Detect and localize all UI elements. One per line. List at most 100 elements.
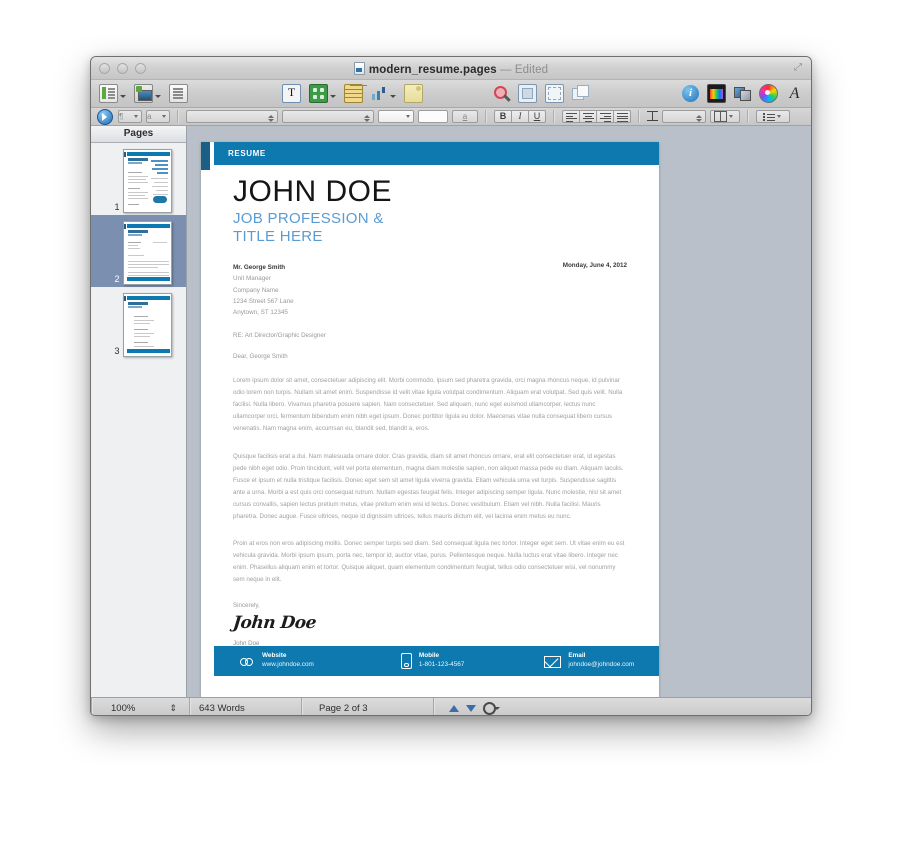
page-content: JOHN DOE JOB PROFESSION & TITLE HERE Mr.…: [231, 175, 627, 647]
fill-color-swatch[interactable]: [418, 110, 448, 123]
toolbar-comment-button[interactable]: [404, 84, 423, 103]
align-center-icon: [580, 111, 596, 124]
font-a-icon: A: [789, 85, 800, 102]
toolbar-instant-alpha-button[interactable]: [545, 84, 564, 103]
window-title: modern_resume.pages — Edited: [91, 60, 811, 76]
window-title-text: modern_resume.pages: [368, 64, 497, 76]
page-thumbnail-1[interactable]: 1: [91, 143, 186, 215]
footer-mobile: Mobile 1-801-123-4567: [398, 652, 464, 669]
chevron-down-icon: [155, 95, 161, 98]
toolbar-group-button[interactable]: [572, 85, 589, 102]
chevron-down-icon: [162, 115, 166, 118]
minimize-button[interactable]: [117, 62, 128, 74]
toolbar-media-browser-button[interactable]: [707, 84, 726, 103]
paragraph-style-select[interactable]: ¶: [118, 110, 142, 123]
toolbar-media-button[interactable]: [134, 84, 161, 103]
bullets-select[interactable]: [756, 110, 790, 123]
footer-email: Email johndoe@johndoe.com: [544, 652, 634, 669]
media-browser-icon: [707, 84, 726, 103]
signature-image: John Doe: [231, 612, 317, 633]
zoom-control[interactable]: 100% ⇕: [93, 698, 189, 715]
bullet-list-icon: [762, 112, 775, 121]
underline-style-button[interactable]: a: [452, 110, 478, 123]
format-bar: ¶ a a B I U: [91, 108, 811, 126]
page-navigation: [435, 698, 504, 715]
thumbnail-preview: [122, 221, 172, 285]
mobile-phone-icon: [400, 653, 412, 669]
toolbar-inspector-button[interactable]: [493, 85, 510, 102]
gear-icon[interactable]: [483, 701, 500, 715]
pages-sidebar: Pages 1 2 3: [91, 126, 187, 697]
underline-button[interactable]: U: [528, 110, 546, 123]
page-thumbnail-list: 1 2 3: [91, 143, 186, 697]
envelope-icon: [544, 656, 562, 668]
character-style-value: a: [147, 112, 152, 121]
toolbar-sections-button[interactable]: [169, 84, 188, 103]
stepper-icon: [268, 115, 274, 122]
footer-email-label: Email: [568, 652, 586, 660]
font-size-select[interactable]: [282, 110, 374, 123]
table-icon: [344, 84, 363, 103]
align-center-button[interactable]: [579, 110, 597, 123]
previous-page-icon[interactable]: [449, 704, 459, 712]
sidebar-header: Pages: [91, 126, 186, 143]
toolbar-fonts-button[interactable]: A: [786, 85, 803, 102]
toolbar-charts-button[interactable]: [371, 85, 396, 102]
toolbar-table-button[interactable]: [344, 84, 363, 103]
next-page-icon[interactable]: [466, 704, 476, 712]
toolbar-shapes-button[interactable]: [309, 84, 336, 103]
window-edited-status: — Edited: [500, 64, 549, 76]
toolbar-text-box-button[interactable]: T: [282, 84, 301, 103]
close-button[interactable]: [99, 62, 110, 74]
fullscreen-icon[interactable]: ⤢: [794, 62, 805, 73]
paragraph-style-value: ¶: [119, 112, 124, 121]
alignment-group: [562, 110, 631, 123]
align-justify-button[interactable]: [613, 110, 631, 123]
applicant-name: JOHN DOE: [233, 175, 393, 208]
toolbar-mask-button[interactable]: [518, 84, 537, 103]
toolbar-view-button[interactable]: [99, 84, 126, 103]
footer-mobile-text: Mobile 1-801-123-4567: [419, 652, 464, 669]
toolbar-info-button[interactable]: i: [682, 85, 699, 102]
document-canvas[interactable]: RESUME JOHN DOE JOB PROFESSION & TITLE H…: [187, 126, 811, 697]
underline-style-value: a: [462, 112, 468, 121]
footer-mobile-label: Mobile: [418, 652, 440, 660]
document-page[interactable]: RESUME JOHN DOE JOB PROFESSION & TITLE H…: [201, 142, 659, 697]
stepper-icon: [696, 115, 702, 122]
columns-select[interactable]: [710, 110, 740, 123]
page-number-label: 3: [114, 346, 120, 356]
page-thumbnail-2[interactable]: 2: [91, 215, 186, 287]
window-title-bar[interactable]: modern_resume.pages — Edited ⤢: [91, 57, 811, 80]
resume-banner-label: RESUME: [228, 149, 266, 158]
page-thumbnail-3[interactable]: 3: [91, 287, 186, 359]
format-bar-divider: [553, 110, 555, 123]
toolbar-share-button[interactable]: [734, 85, 751, 102]
format-bar-divider: [747, 110, 749, 123]
mask-frame-icon: [518, 84, 537, 103]
screenshot-root: modern_resume.pages — Edited ⤢ T i A ¶ a…: [0, 0, 900, 855]
recipient-address-block: Mr. George Smith Unit Manager Company Na…: [233, 262, 294, 318]
bold-button[interactable]: B: [494, 110, 512, 123]
footer-website: Website www.johndoe.com: [240, 652, 314, 669]
letter-salutation: Dear, George Smith: [233, 353, 288, 361]
align-left-icon: [563, 111, 579, 124]
thumbnail-preview: [122, 149, 172, 213]
line-spacing-select[interactable]: [662, 110, 706, 123]
zoom-stepper-icon[interactable]: ⇕: [169, 703, 177, 713]
zoom-button[interactable]: [135, 62, 146, 74]
letter-date: Monday, June 4, 2012: [562, 262, 627, 270]
align-left-button[interactable]: [562, 110, 580, 123]
page-indicator: Page 2 of 3: [319, 702, 368, 714]
font-family-select[interactable]: [186, 110, 278, 123]
align-right-button[interactable]: [596, 110, 614, 123]
text-box-icon: T: [282, 84, 301, 103]
format-bar-divider: [638, 110, 640, 123]
format-bar-toggle-button[interactable]: [97, 108, 113, 125]
toolbar-colors-button[interactable]: [759, 84, 778, 103]
italic-button[interactable]: I: [511, 110, 529, 123]
character-style-select[interactable]: a: [146, 110, 170, 123]
window-body: Pages 1 2 3 RESUME JOHN DOE JOB PROFESSI…: [91, 126, 811, 697]
chevron-down-icon: [120, 95, 126, 98]
chevron-down-icon: [134, 115, 138, 118]
text-color-swatch[interactable]: [378, 110, 414, 123]
